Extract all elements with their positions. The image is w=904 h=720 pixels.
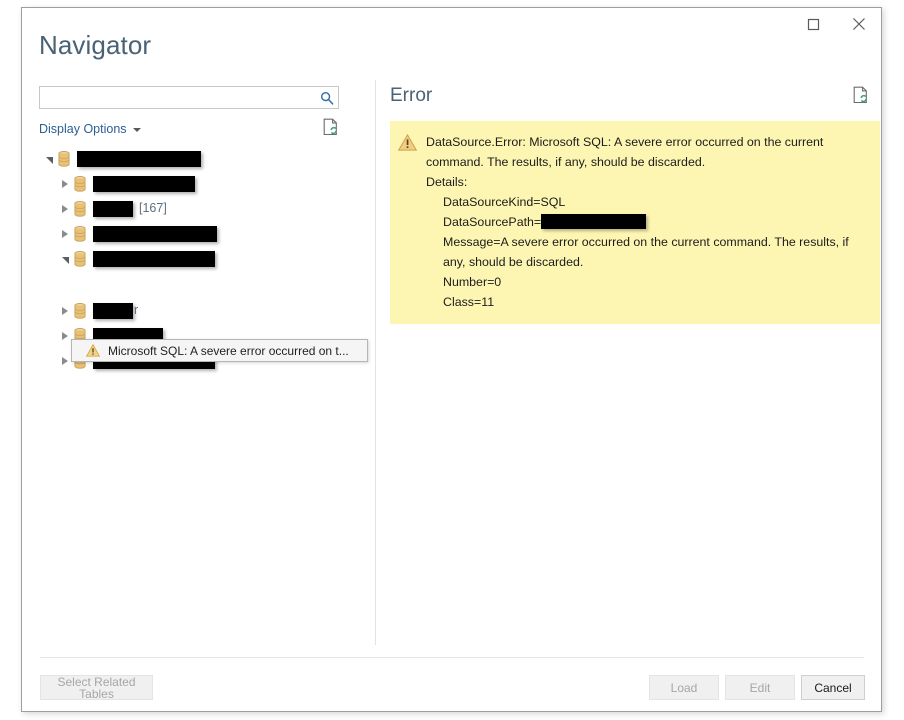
tree-node[interactable] — [39, 171, 355, 196]
close-button[interactable] — [836, 8, 881, 40]
database-icon — [74, 175, 86, 192]
footer-divider — [40, 657, 864, 658]
tree-node[interactable]: [167] — [39, 196, 355, 221]
search-box[interactable] — [39, 86, 339, 109]
cancel-button[interactable]: Cancel — [801, 675, 865, 700]
chevron-down-icon — [132, 128, 141, 132]
tree-error-tooltip: Microsoft SQL: A severe error occurred o… — [71, 339, 368, 362]
tree-node[interactable] — [39, 221, 355, 246]
search-icon[interactable] — [316, 91, 338, 105]
edit-button[interactable]: Edit — [725, 675, 795, 700]
error-line: Details: — [426, 175, 468, 189]
tooltip-spacer — [39, 271, 355, 298]
page-title: Navigator — [39, 30, 152, 60]
display-options-label: Display Options — [39, 121, 127, 136]
error-line: DataSource.Error: Microsoft SQL: A sever… — [426, 135, 824, 169]
navigator-dialog: Navigator Display Options [167] r Micros… — [21, 7, 882, 712]
search-input[interactable] — [40, 88, 316, 107]
error-line: DataSourceKind=SQL — [443, 195, 566, 209]
database-icon — [74, 225, 86, 242]
error-line-redacted: DataSourcePath= — [426, 212, 870, 232]
error-panel-title: Error — [390, 85, 433, 106]
expander-collapsed-icon[interactable] — [57, 196, 72, 221]
redacted-label — [93, 250, 215, 267]
close-icon — [852, 18, 865, 30]
options-row: Display Options — [39, 118, 339, 141]
tooltip-text: Microsoft SQL: A severe error occurred o… — [108, 343, 349, 358]
error-line-label: DataSourcePath= — [443, 215, 542, 229]
expander-collapsed-icon[interactable] — [57, 298, 72, 323]
database-icon — [74, 200, 86, 217]
expander-expanded-icon[interactable] — [57, 246, 72, 271]
expander-collapsed-icon[interactable] — [57, 348, 72, 373]
error-line: Number=0 — [443, 275, 502, 289]
redacted-label — [93, 200, 133, 217]
maximize-button[interactable] — [791, 8, 836, 40]
redacted-value — [541, 214, 647, 229]
tree-node-suffix: r — [134, 303, 139, 318]
display-options-button[interactable]: Display Options — [39, 123, 141, 136]
warning-icon — [398, 134, 417, 151]
redacted-label — [93, 225, 217, 242]
expander-collapsed-icon[interactable] — [57, 171, 72, 196]
tree-node[interactable]: r — [39, 298, 355, 323]
error-header: Error — [390, 86, 869, 116]
database-icon — [74, 250, 86, 267]
redacted-label — [77, 150, 201, 167]
tree-node[interactable] — [39, 246, 355, 271]
expander-expanded-icon[interactable] — [41, 146, 56, 171]
refresh-document-icon[interactable] — [323, 118, 339, 141]
expander-collapsed-icon[interactable] — [57, 221, 72, 246]
database-icon — [58, 150, 70, 167]
expander-collapsed-icon[interactable] — [57, 323, 72, 348]
maximize-icon — [807, 18, 820, 30]
refresh-document-icon[interactable] — [853, 86, 869, 109]
left-pane: Display Options [167] r Microsoft SQL: A… — [22, 76, 368, 641]
tree-node[interactable] — [39, 146, 355, 171]
warning-icon — [86, 344, 100, 357]
tree-node-count: [167] — [139, 201, 167, 216]
error-message-box: DataSource.Error: Microsoft SQL: A sever… — [390, 121, 880, 324]
redacted-label — [93, 302, 133, 319]
error-line: Message=A severe error occurred on the c… — [443, 235, 849, 269]
footer: Select Related Tables Load Edit Cancel — [22, 666, 883, 712]
error-line: Class=11 — [443, 295, 495, 309]
load-button[interactable]: Load — [649, 675, 719, 700]
redacted-label — [93, 175, 195, 192]
database-icon — [74, 302, 86, 319]
select-related-tables-button[interactable]: Select Related Tables — [40, 675, 153, 700]
window-controls — [791, 8, 881, 40]
right-pane: Error DataSource.Error: Microsoft SQL: A… — [376, 76, 883, 641]
error-text: DataSource.Error: Microsoft SQL: A sever… — [426, 132, 870, 312]
